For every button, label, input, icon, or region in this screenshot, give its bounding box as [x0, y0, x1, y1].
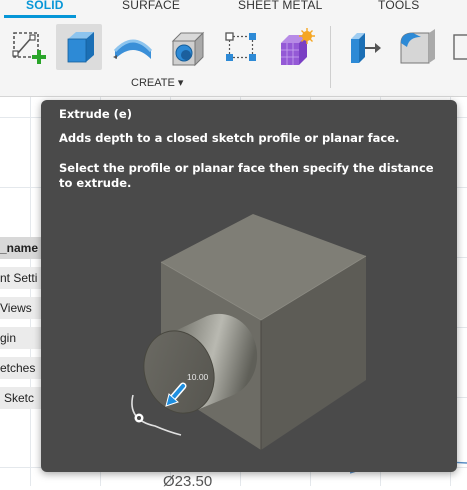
browser-item-sketches[interactable]: etches — [0, 357, 42, 379]
distance-value: 10.00 — [187, 372, 209, 382]
browser-item-named-views[interactable]: Views — [0, 297, 42, 319]
tooltip-instruction: Select the profile or planar face then s… — [59, 161, 434, 190]
tooltip-title: Extrude (e) — [59, 107, 132, 121]
press-pull-button[interactable] — [342, 24, 388, 70]
revolve-icon — [113, 39, 153, 59]
press-pull-icon — [351, 33, 381, 63]
toolbar: SOLID SURFACE SHEET METAL TOOLS CREATE ▾ — [0, 0, 467, 97]
browser-item-origin[interactable]: gin — [0, 327, 42, 349]
create-form-button[interactable] — [272, 24, 318, 70]
create-sketch-icon — [12, 32, 46, 64]
create-sketch-button[interactable] — [6, 24, 52, 70]
form-icon — [281, 28, 315, 65]
pattern-icon — [225, 32, 256, 61]
browser-item-sketch[interactable]: Sketc — [0, 387, 46, 409]
create-dropdown[interactable]: CREATE ▾ — [131, 76, 183, 89]
browser-item-component-name[interactable]: _name — [0, 237, 42, 259]
browser-item-document-settings[interactable]: nt Setti — [0, 267, 42, 289]
more-tools-icon — [453, 34, 467, 60]
pattern-button[interactable] — [218, 24, 264, 70]
extrude-illustration — [131, 214, 367, 450]
tab-bar: SOLID SURFACE SHEET METAL TOOLS — [0, 0, 467, 18]
extrude-tooltip: Extrude (e) Adds depth to a closed sketc… — [41, 100, 457, 472]
revolve-button[interactable] — [110, 24, 156, 70]
fillet-icon — [400, 29, 435, 64]
tooltip-description: Adds depth to a closed sketch profile or… — [59, 131, 400, 145]
tab-surface[interactable]: SURFACE — [122, 0, 180, 12]
active-tab-indicator — [4, 15, 76, 18]
fillet-button[interactable] — [394, 24, 440, 70]
tab-sheet-metal[interactable]: SHEET METAL — [238, 0, 322, 12]
hole-button[interactable] — [164, 24, 210, 70]
browser-panel: _name nt Setti Views gin etches Sketc — [0, 237, 46, 417]
tab-solid[interactable]: SOLID — [26, 0, 64, 12]
extrude-button[interactable] — [56, 24, 102, 70]
hole-icon — [171, 31, 205, 67]
tab-tools[interactable]: TOOLS — [378, 0, 419, 12]
dimension-label[interactable]: Ø23.50 — [163, 473, 212, 490]
toolbar-separator — [330, 26, 331, 88]
extrude-icon — [67, 32, 94, 63]
toolbar-overflow-button[interactable] — [448, 24, 467, 70]
